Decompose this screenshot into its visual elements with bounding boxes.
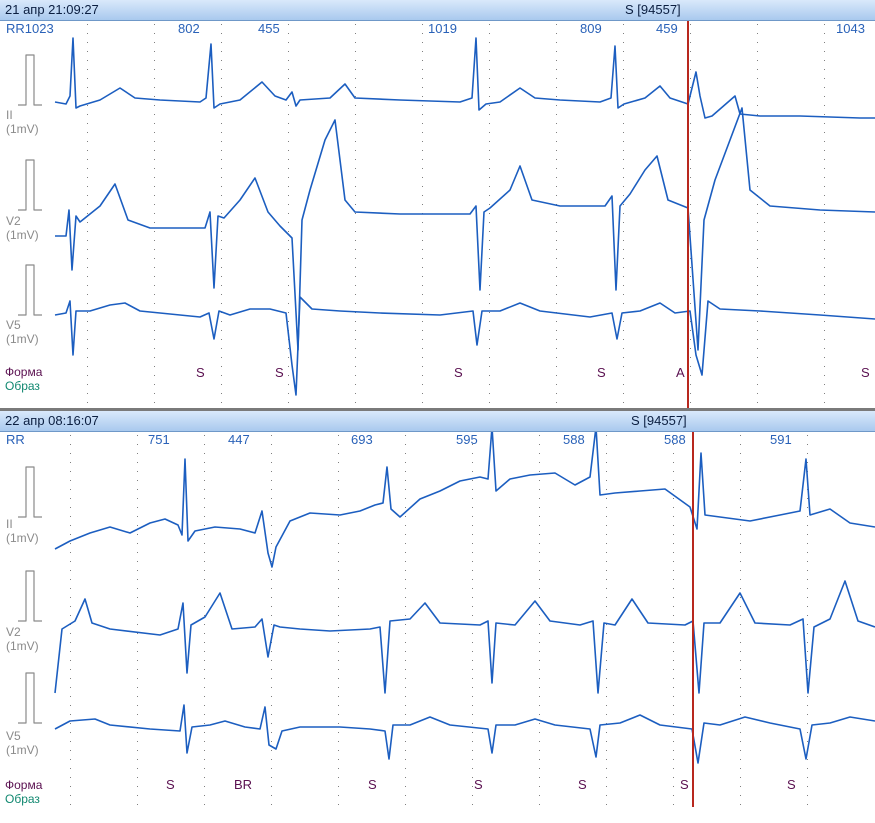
rr-value: 809 [580, 21, 602, 36]
lead-v5-trace [54, 704, 875, 764]
rr-value: 1019 [428, 21, 457, 36]
ecg-waveforms [54, 37, 875, 396]
beat-mark[interactable]: S [166, 777, 175, 792]
calibration-pulse [18, 159, 42, 211]
strip-timestamp: 22 апр 08:16:07 [5, 413, 99, 428]
rr-prefix: RR1023 [6, 21, 54, 36]
beat-mark[interactable]: BR [234, 777, 252, 792]
beat-mark[interactable]: S [196, 365, 205, 380]
lead-ii-trace [54, 426, 875, 568]
rr-prefix: RR [6, 432, 25, 447]
beat-label: S [94557] [631, 413, 687, 428]
lead-label-ii: II (1mV) [6, 517, 39, 545]
ecg-strip-1[interactable]: 21 апр 21:09:27 S [94557] RR1023 802 455… [0, 0, 875, 408]
strip-header: 22 апр 08:16:07 S [94557] [0, 411, 875, 432]
rr-value: 751 [148, 432, 170, 447]
beat-label: S [94557] [625, 2, 681, 17]
rr-value: 1043 [836, 21, 865, 36]
calibration-pulse [18, 264, 42, 316]
beat-mark[interactable]: S [861, 365, 870, 380]
calibration-pulses [18, 54, 42, 316]
strip-header: 21 апр 21:09:27 S [94557] [0, 0, 875, 21]
lead-ii-trace [54, 37, 875, 119]
grid-dots [70, 435, 808, 805]
rr-value: 588 [563, 432, 585, 447]
beat-mark[interactable]: S [454, 365, 463, 380]
rr-value: 459 [656, 21, 678, 36]
ecg-strip-2[interactable]: 22 апр 08:16:07 S [94557] RR 751 447 693… [0, 411, 875, 823]
calibration-pulse [18, 672, 42, 724]
rr-value: 447 [228, 432, 250, 447]
beat-mark[interactable]: S [787, 777, 796, 792]
beat-mark[interactable]: S [275, 365, 284, 380]
lead-v2-trace [55, 107, 875, 351]
calibration-pulse [18, 466, 42, 518]
forma-label: Форма [5, 365, 43, 379]
beat-mark[interactable]: S [680, 777, 689, 792]
lead-label-v2: V2 (1mV) [6, 214, 39, 242]
obraz-label: Образ [5, 792, 40, 806]
ecg-traces-2 [18, 426, 875, 807]
rr-value: 591 [770, 432, 792, 447]
ecg-traces-1 [18, 20, 875, 408]
forma-label: Форма [5, 778, 43, 792]
beat-mark[interactable]: S [597, 365, 606, 380]
calibration-pulse [18, 570, 42, 622]
beat-mark[interactable]: S [578, 777, 587, 792]
lead-label-ii: II (1mV) [6, 108, 39, 136]
rr-value: 455 [258, 21, 280, 36]
rr-value: 588 [664, 432, 686, 447]
beat-mark[interactable]: S [368, 777, 377, 792]
lead-label-v2: V2 (1mV) [6, 625, 39, 653]
lead-label-v5: V5 (1mV) [6, 729, 39, 757]
beat-mark[interactable]: A [676, 365, 685, 380]
lead-v5-trace [54, 296, 875, 396]
strip-timestamp: 21 апр 21:09:27 [5, 2, 99, 17]
rr-value: 802 [178, 21, 200, 36]
calibration-pulse [18, 54, 42, 106]
calibration-pulses [18, 466, 42, 724]
lead-v2-trace [54, 580, 875, 694]
lead-label-v5: V5 (1mV) [6, 318, 39, 346]
rr-value: 693 [351, 432, 373, 447]
ecg-waveforms [54, 426, 875, 764]
obraz-label: Образ [5, 379, 40, 393]
beat-mark[interactable]: S [474, 777, 483, 792]
rr-value: 595 [456, 432, 478, 447]
